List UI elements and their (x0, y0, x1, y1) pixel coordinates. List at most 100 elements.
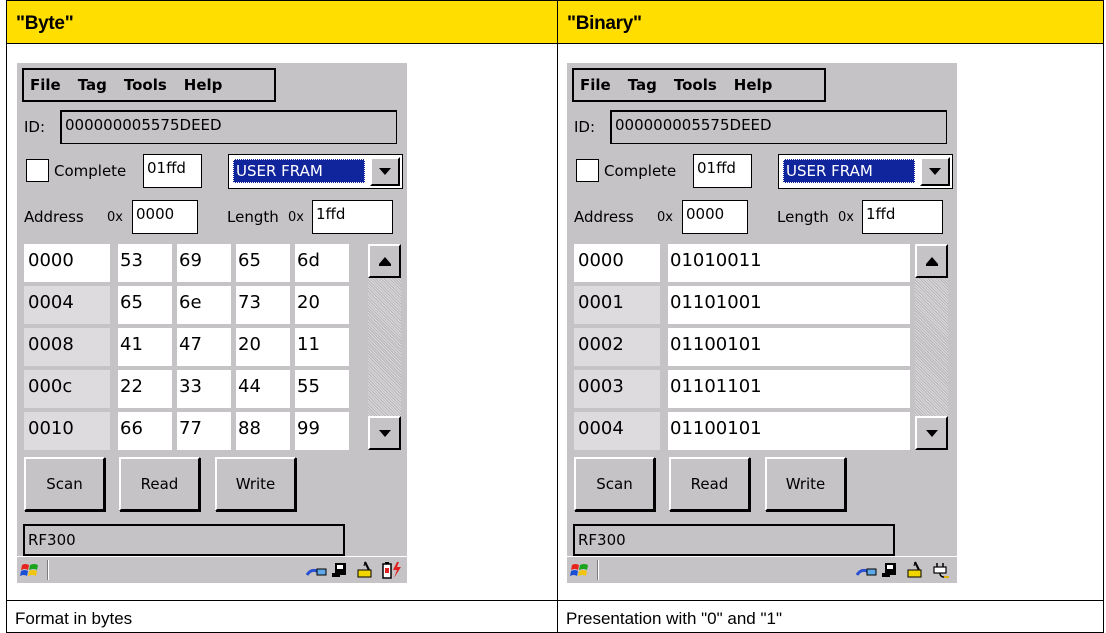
menu-bar: File Tag Tools Help (22, 68, 276, 102)
battery-charging-icon[interactable] (381, 561, 401, 579)
address-field[interactable]: 0000 (682, 200, 748, 234)
address-cell: 0000 (24, 244, 110, 282)
menu-tag[interactable]: Tag (78, 76, 107, 94)
bar-icon (378, 263, 391, 266)
byte-cell[interactable]: 53 (118, 244, 172, 282)
complete-checkbox[interactable] (26, 159, 49, 182)
byte-cell[interactable]: 55 (295, 370, 349, 408)
byte-cell[interactable]: 73 (236, 286, 290, 324)
pen-icon[interactable] (356, 561, 374, 579)
network-icon[interactable] (855, 561, 877, 579)
complete-field[interactable]: 01ffd (693, 154, 752, 188)
caption-byte: Format in bytes (7, 600, 557, 633)
read-button[interactable]: Read (669, 457, 750, 511)
system-tray (305, 561, 401, 579)
id-label: ID: (574, 118, 596, 136)
scan-button[interactable]: Scan (574, 457, 655, 511)
power-plug-icon[interactable] (931, 561, 949, 579)
arrow-up-icon (378, 256, 391, 264)
card-icon[interactable] (881, 561, 899, 579)
byte-cell[interactable]: 99 (295, 412, 349, 450)
windows-start-icon[interactable] (570, 562, 590, 580)
length-label: Length (777, 208, 829, 226)
byte-cell[interactable]: 47 (177, 328, 231, 366)
network-icon[interactable] (305, 561, 327, 579)
menu-tag[interactable]: Tag (628, 76, 657, 94)
arrow-down-icon (925, 429, 938, 437)
dropdown-button[interactable] (370, 157, 400, 186)
byte-cell[interactable]: 44 (236, 370, 290, 408)
address-cell: 0002 (574, 328, 660, 366)
memory-select-value: USER FRAM (233, 159, 365, 183)
complete-checkbox[interactable] (576, 159, 599, 182)
bits-cell[interactable]: 01101101 (668, 370, 910, 408)
write-button[interactable]: Write (215, 457, 296, 511)
address-cell: 0003 (574, 370, 660, 408)
menu-tools[interactable]: Tools (674, 76, 717, 94)
address-cell: 0010 (24, 412, 110, 450)
byte-cell[interactable]: 66 (118, 412, 172, 450)
address-cell: 0004 (24, 286, 110, 324)
menu-file[interactable]: File (30, 76, 61, 94)
bits-cell[interactable]: 01101001 (668, 286, 910, 324)
byte-cell[interactable]: 77 (177, 412, 231, 450)
column-header-binary: "Binary" (558, 1, 1103, 44)
read-button[interactable]: Read (119, 457, 200, 511)
scan-button[interactable]: Scan (24, 457, 105, 511)
bits-cell[interactable]: 01100101 (668, 328, 910, 366)
byte-cell[interactable]: 33 (177, 370, 231, 408)
status-field: RF300 (573, 524, 895, 556)
byte-cell[interactable]: 11 (295, 328, 349, 366)
menu-help[interactable]: Help (734, 76, 773, 94)
id-label: ID: (24, 118, 46, 136)
length-field[interactable]: 1ffd (862, 200, 943, 234)
arrow-down-icon (378, 429, 391, 437)
length-field[interactable]: 1ffd (312, 200, 393, 234)
pda-screen-binary: File Tag Tools Help ID: 000000005575DEED… (567, 63, 957, 583)
dropdown-button[interactable] (920, 157, 950, 186)
bits-cell[interactable]: 01100101 (668, 412, 910, 450)
byte-cell[interactable]: 41 (118, 328, 172, 366)
binary-column: "Binary" File Tag Tools Help ID: 0000 000… (557, 1, 1103, 633)
write-button[interactable]: Write (765, 457, 846, 511)
scroll-up-button[interactable] (915, 244, 948, 278)
scroll-up-button[interactable] (368, 244, 401, 278)
memory-select[interactable]: USER FRAM (228, 154, 403, 189)
chevron-down-icon (379, 168, 391, 175)
byte-cell[interactable]: 6e (177, 286, 231, 324)
column-header-byte: "Byte" (7, 1, 557, 44)
scroll-down-button[interactable] (368, 416, 401, 450)
card-icon[interactable] (331, 561, 349, 579)
byte-cell[interactable]: 20 (236, 328, 290, 366)
byte-cell[interactable]: 88 (236, 412, 290, 450)
address-cell: 0004 (574, 412, 660, 450)
menu-tools[interactable]: Tools (124, 76, 167, 94)
windows-start-icon[interactable] (20, 562, 40, 580)
address-cell: 0000 (574, 244, 660, 282)
length-label: Length (227, 208, 279, 226)
byte-cell[interactable]: 20 (295, 286, 349, 324)
byte-cell[interactable]: 65 (236, 244, 290, 282)
byte-cell[interactable]: 65 (118, 286, 172, 324)
bits-cell[interactable]: 01010011 (668, 244, 910, 282)
memory-select-value: USER FRAM (783, 159, 915, 183)
byte-cell[interactable]: 22 (118, 370, 172, 408)
length-prefix: 0x (288, 210, 304, 225)
menu-file[interactable]: File (580, 76, 611, 94)
pen-icon[interactable] (906, 561, 924, 579)
byte-cell[interactable]: 69 (177, 244, 231, 282)
memory-select[interactable]: USER FRAM (778, 154, 953, 189)
caption-binary: Presentation with "0" and "1" (558, 600, 1103, 633)
complete-field[interactable]: 01ffd (143, 154, 202, 188)
byte-cell[interactable]: 6d (295, 244, 349, 282)
scroll-down-button[interactable] (915, 416, 948, 450)
address-prefix: 0x (657, 210, 673, 225)
id-field: 000000005575DEED (60, 110, 397, 144)
taskbar-separator (47, 560, 49, 580)
menu-help[interactable]: Help (184, 76, 223, 94)
length-prefix: 0x (838, 210, 854, 225)
address-field[interactable]: 0000 (132, 200, 198, 234)
taskbar-separator (597, 560, 599, 580)
menu-bar: File Tag Tools Help (572, 68, 826, 102)
chevron-down-icon (929, 168, 941, 175)
